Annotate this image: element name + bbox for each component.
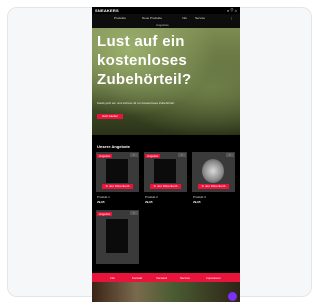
product-image[interactable] <box>106 159 128 183</box>
product-name[interactable]: Produkt 2 <box>145 195 158 199</box>
hero-subtitle: Kaufe jetzt ein und sichere dir ein kost… <box>97 101 175 105</box>
hero-title-line-3: Zubehörteil? <box>97 71 192 88</box>
footer-link-versand[interactable]: Versand <box>156 276 167 280</box>
sale-badge: Angebot <box>145 154 161 158</box>
sale-badge: Angebot <box>97 154 113 158</box>
wishlist-icon[interactable]: ♡ <box>130 153 138 157</box>
wishlist-icon[interactable]: ♡ <box>226 153 234 157</box>
phone-screenshot: SNEAKERS ⌕ ♡ ⌂ Produkte Neue Produkte In… <box>92 7 240 302</box>
add-to-cart-button[interactable]: In den Warenkorb <box>102 184 133 189</box>
wishlist-icon[interactable]: ♡ <box>130 211 138 215</box>
nav-item-produkte[interactable]: Produkte <box>114 16 126 20</box>
products-section-title: Unsere Angebote <box>97 144 130 149</box>
nav-item-info[interactable]: Info <box>182 16 187 20</box>
footer-link-service[interactable]: Service <box>180 276 190 280</box>
nav-more-icon[interactable]: ⋮ <box>230 16 233 20</box>
add-to-cart-button[interactable]: In den Warenkorb <box>150 184 181 189</box>
hero-title-line-2: kostenloses <box>97 52 188 69</box>
hero-title-line-1: Lust auf ein <box>97 33 185 50</box>
wishlist-icon[interactable]: ♡ <box>178 153 186 157</box>
product-price: 29,95 <box>145 200 153 204</box>
product-image[interactable] <box>106 219 128 253</box>
product-card[interactable]: Angebot ♡ In den Warenkorb <box>144 152 187 192</box>
hero-banner: Lust auf ein kostenloses Zubehörteil? Ka… <box>92 28 240 135</box>
header-icons[interactable]: ⌕ ♡ ⌂ <box>227 8 237 13</box>
logo[interactable]: SNEAKERS <box>95 8 119 13</box>
top-bar: SNEAKERS ⌕ ♡ ⌂ <box>92 7 240 14</box>
product-card[interactable]: Angebot ♡ In den Warenkorb <box>96 152 139 192</box>
footer-link-info[interactable]: Info <box>110 276 115 280</box>
product-image[interactable] <box>202 159 224 183</box>
main-nav: Produkte Neue Produkte Info Service ⋮ <box>92 14 240 23</box>
nav-item-angebote[interactable]: Angebote <box>156 23 169 27</box>
footer-nav: Info Kontakt Versand Service Impressum <box>92 273 240 282</box>
product-name[interactable]: Produkt 3 <box>193 195 206 199</box>
product-image[interactable] <box>154 159 176 183</box>
nav-item-neue-produkte[interactable]: Neue Produkte <box>142 16 162 20</box>
hero-cta-button[interactable]: Jetzt kaufen <box>97 114 123 119</box>
product-price: 29,95 <box>97 200 105 204</box>
product-name[interactable]: Produkt 1 <box>97 195 110 199</box>
chat-button[interactable] <box>228 292 237 301</box>
nav-item-service[interactable]: Service <box>195 16 205 20</box>
product-card[interactable]: ♡ In den Warenkorb <box>192 152 235 192</box>
footer-image <box>92 282 240 302</box>
footer-link-kontakt[interactable]: Kontakt <box>132 276 142 280</box>
product-card[interactable]: Angebot ♡ <box>96 210 139 264</box>
sale-badge: Angebot <box>97 212 113 216</box>
add-to-cart-button[interactable]: In den Warenkorb <box>198 184 229 189</box>
footer-link-impressum[interactable]: Impressum <box>206 276 221 280</box>
product-price: 29,95 <box>193 200 201 204</box>
